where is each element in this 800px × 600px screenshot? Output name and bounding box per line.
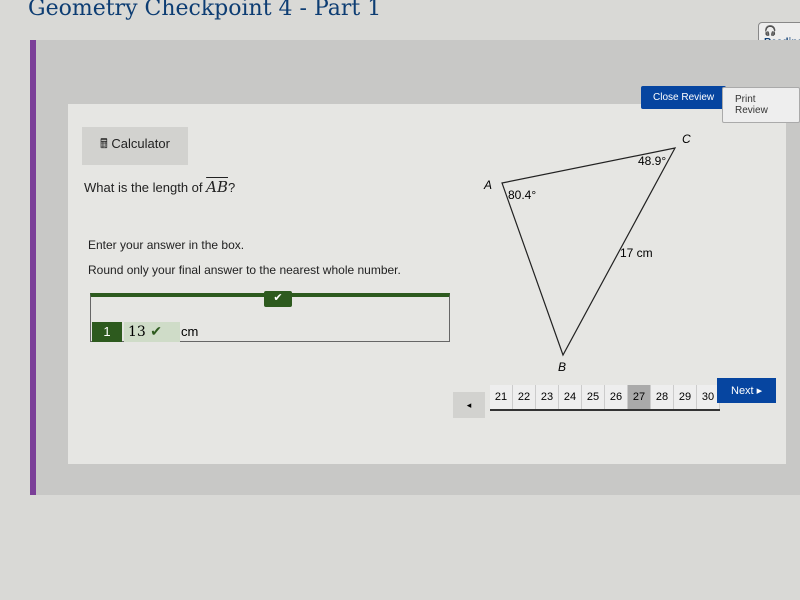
next-button[interactable]: Next ▸ (717, 378, 777, 403)
instruction: Round only your final answer to the near… (88, 263, 401, 277)
vertex-c: C (682, 132, 691, 146)
page-28[interactable]: 28 (651, 385, 674, 409)
close-review-button[interactable]: Close Review (641, 86, 727, 109)
triangle-figure: A C B 80.4° 48.9° 17 cm (483, 132, 691, 374)
check-icon: ✔ (150, 324, 163, 340)
vertex-b: B (558, 360, 566, 374)
calculator-button[interactable]: 🖩 Calculator (82, 127, 188, 165)
angle-a: 80.4° (508, 188, 536, 202)
page-23[interactable]: 23 (536, 385, 559, 409)
angle-c: 48.9° (638, 154, 666, 168)
question-text: What is the length of AB? (84, 178, 236, 196)
headphones-icon: 🎧 (764, 26, 777, 37)
check-icon: ✔ (264, 291, 292, 307)
page-29[interactable]: 29 (674, 385, 697, 409)
side-bc: 17 cm (620, 246, 653, 260)
page-title: Geometry Checkpoint 4 - Part 1 (28, 0, 382, 21)
page-25[interactable]: 25 (582, 385, 605, 409)
page-22[interactable]: 22 (513, 385, 536, 409)
page-26[interactable]: 26 (605, 385, 628, 409)
page-27[interactable]: 27 (628, 385, 651, 409)
answer-input[interactable]: 13 ✔ (124, 322, 180, 342)
page-nav: 21 22 23 24 25 26 27 28 29 30 (490, 385, 720, 411)
vertex-a: A (483, 178, 492, 192)
accent-bar (30, 40, 36, 495)
page-21[interactable]: 21 (490, 385, 513, 409)
print-review-button[interactable]: Print Review (722, 87, 800, 123)
calculator-icon: 🖩 (100, 136, 112, 151)
answer-number: 1 (92, 322, 122, 342)
page-24[interactable]: 24 (559, 385, 582, 409)
answer-unit: cm (181, 324, 199, 339)
prev-button[interactable]: ◂ (453, 392, 485, 418)
instruction: Enter your answer in the box. (88, 238, 245, 252)
